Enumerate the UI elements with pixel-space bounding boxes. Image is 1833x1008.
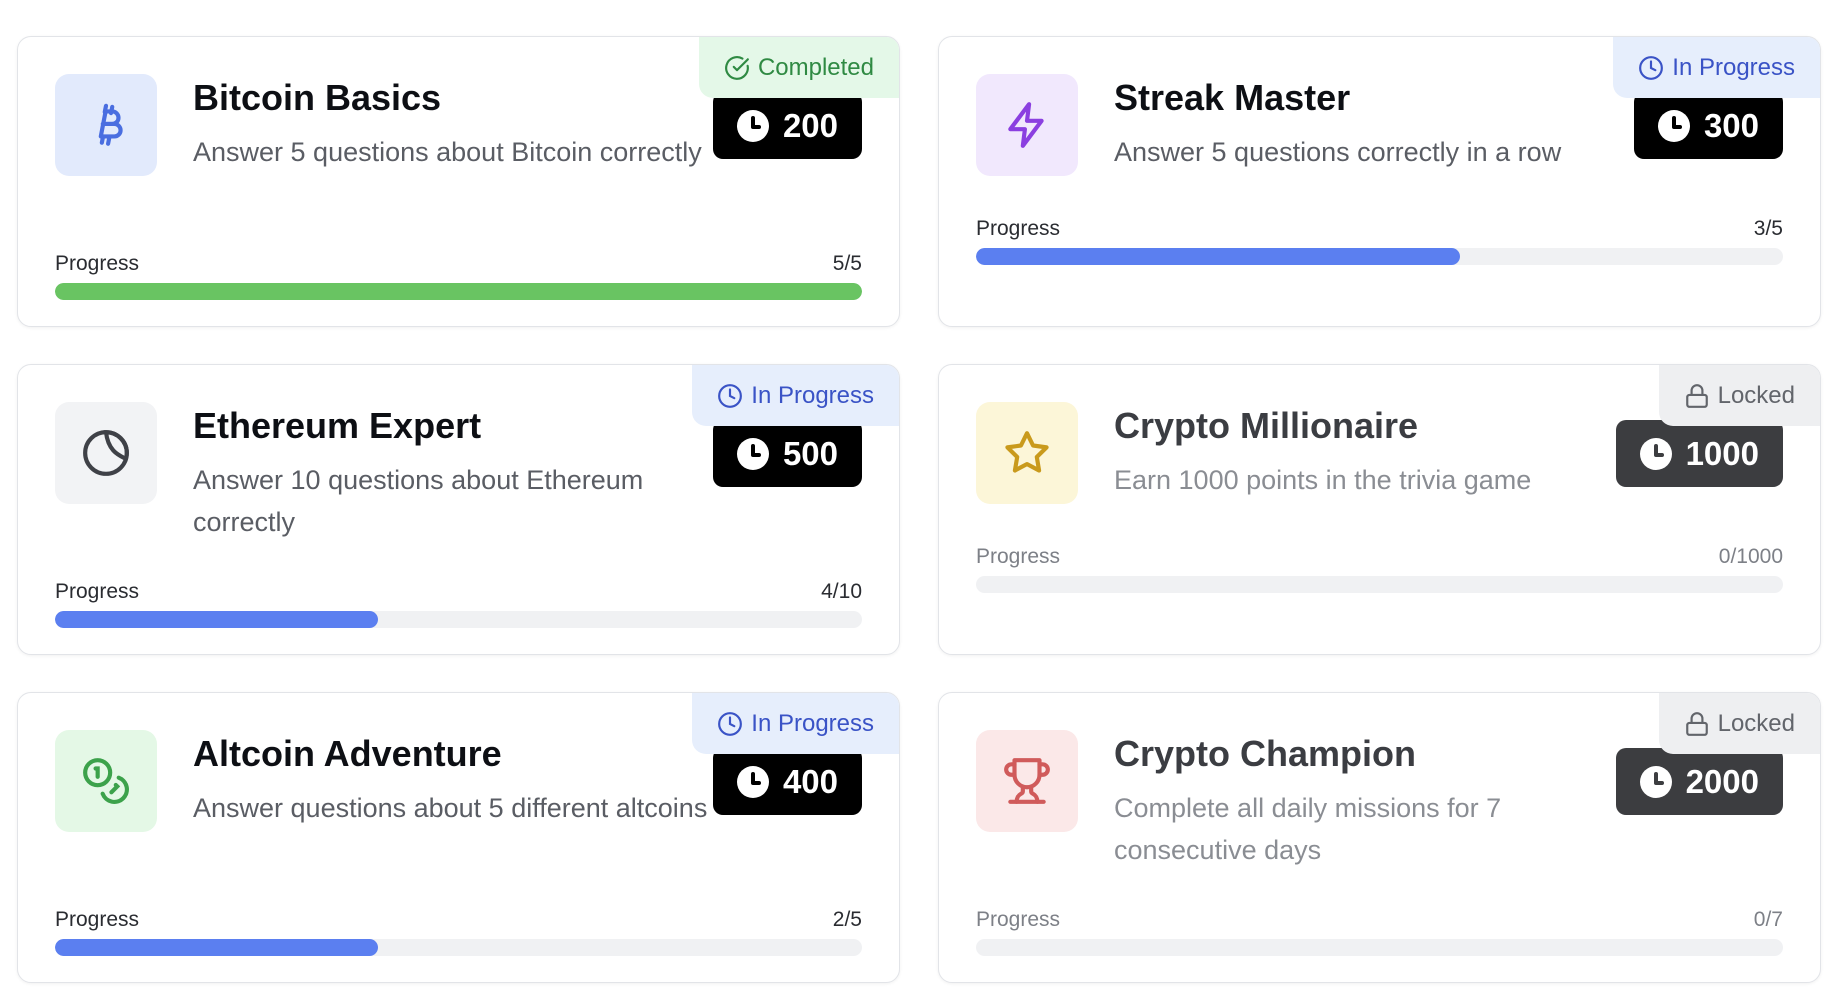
mission-icon-box xyxy=(976,74,1078,176)
clock-icon xyxy=(1657,109,1690,142)
clock-icon xyxy=(736,437,769,470)
progress-count: 2/5 xyxy=(832,908,862,931)
clock-icon xyxy=(1639,437,1672,470)
mission-card-crypto-champion: Locked 2000 Crypto Champion Complete all… xyxy=(938,692,1821,983)
star-icon xyxy=(1002,428,1052,478)
status-badge: Locked xyxy=(1658,365,1820,426)
missions-grid: Completed 200 Bitcoin Basics Answer 5 qu… xyxy=(17,36,1821,983)
status-label: Locked xyxy=(1717,709,1795,737)
points-badge: 2000 xyxy=(1615,748,1783,815)
status-label: In Progress xyxy=(751,381,874,409)
mission-description: Answer questions about 5 different altco… xyxy=(193,793,708,823)
mission-icon-box xyxy=(976,402,1078,504)
pie-chart-icon xyxy=(81,428,131,478)
mission-description: Earn 1000 points in the trivia game xyxy=(1114,465,1532,495)
points-value: 300 xyxy=(1703,106,1759,144)
mission-card-bitcoin-basics[interactable]: Completed 200 Bitcoin Basics Answer 5 qu… xyxy=(17,36,900,327)
progress-count: 4/10 xyxy=(821,580,862,603)
progress-label: Progress xyxy=(55,580,140,603)
progress-count: 0/7 xyxy=(1753,908,1783,931)
progress-bar-fill xyxy=(55,939,378,956)
mission-icon-box xyxy=(55,74,157,176)
mission-title: Bitcoin Basics xyxy=(193,77,442,118)
progress-bar-fill xyxy=(55,283,862,300)
mission-description: Answer 10 questions about Ethereum corre… xyxy=(193,465,644,537)
clock-icon xyxy=(736,109,769,142)
mission-card-streak-master[interactable]: In Progress 300 Streak Master Answer 5 q… xyxy=(938,36,1821,327)
clock-icon xyxy=(736,765,769,798)
progress-row: Progress 2/5 xyxy=(55,908,862,932)
progress-row: Progress 5/5 xyxy=(55,252,862,276)
points-badge: 400 xyxy=(712,748,862,815)
clock-icon xyxy=(717,711,743,737)
mission-icon-box xyxy=(976,730,1078,832)
progress-bar xyxy=(55,283,862,300)
points-value: 200 xyxy=(782,106,838,144)
clock-icon xyxy=(1638,55,1664,81)
status-label: Locked xyxy=(1717,381,1795,409)
progress-bar xyxy=(976,576,1783,593)
points-value: 1000 xyxy=(1685,434,1759,472)
points-badge: 300 xyxy=(1633,92,1783,159)
progress-label: Progress xyxy=(55,252,140,275)
progress-row: Progress 0/7 xyxy=(976,908,1783,932)
progress-label: Progress xyxy=(976,545,1061,568)
status-label: In Progress xyxy=(1672,53,1795,81)
clock-icon xyxy=(1639,765,1672,798)
mission-card-altcoin-adventure[interactable]: In Progress 400 Altcoin Adventure Answer… xyxy=(17,692,900,983)
lock-icon xyxy=(1684,711,1710,737)
mission-description: Complete all daily missions for 7 consec… xyxy=(1114,793,1502,865)
trophy-icon xyxy=(1002,756,1052,806)
bitcoin-icon xyxy=(81,100,131,150)
points-badge: 200 xyxy=(712,92,862,159)
mission-title: Streak Master xyxy=(1114,77,1351,118)
progress-label: Progress xyxy=(55,908,140,931)
progress-bar xyxy=(55,611,862,628)
status-label: In Progress xyxy=(751,709,874,737)
lock-icon xyxy=(1684,383,1710,409)
mission-card-crypto-millionaire: Locked 1000 Crypto Millionaire Earn 1000… xyxy=(938,364,1821,655)
status-badge: In Progress xyxy=(692,365,899,426)
check-circle-icon xyxy=(724,55,750,81)
status-badge: Completed xyxy=(698,37,899,98)
points-value: 400 xyxy=(782,762,838,800)
progress-bar-fill xyxy=(55,611,378,628)
points-value: 500 xyxy=(782,434,838,472)
progress-count: 0/1000 xyxy=(1718,545,1783,568)
mission-title: Altcoin Adventure xyxy=(193,733,502,774)
points-badge: 500 xyxy=(712,420,862,487)
progress-bar xyxy=(976,248,1783,265)
points-value: 2000 xyxy=(1685,762,1759,800)
progress-label: Progress xyxy=(976,217,1061,240)
mission-title: Crypto Millionaire xyxy=(1114,405,1419,446)
mission-description: Answer 5 questions about Bitcoin correct… xyxy=(193,137,702,167)
mission-title: Crypto Champion xyxy=(1114,733,1416,774)
lightning-icon xyxy=(1002,100,1052,150)
progress-row: Progress 3/5 xyxy=(976,217,1783,241)
status-label: Completed xyxy=(757,53,874,81)
mission-title: Ethereum Expert xyxy=(193,405,482,446)
clock-icon xyxy=(717,383,743,409)
status-badge: Locked xyxy=(1658,693,1820,754)
progress-row: Progress 4/10 xyxy=(55,580,862,604)
mission-description: Answer 5 questions correctly in a row xyxy=(1114,137,1562,167)
progress-count: 5/5 xyxy=(832,252,862,275)
points-badge: 1000 xyxy=(1615,420,1783,487)
status-badge: In Progress xyxy=(692,693,899,754)
progress-count: 3/5 xyxy=(1753,217,1783,240)
mission-icon-box xyxy=(55,402,157,504)
progress-bar-fill xyxy=(976,248,1461,265)
mission-card-ethereum-expert[interactable]: In Progress 500 Ethereum Expert Answer 1… xyxy=(17,364,900,655)
coins-icon xyxy=(81,756,131,806)
progress-bar xyxy=(976,939,1783,956)
mission-icon-box xyxy=(55,730,157,832)
progress-row: Progress 0/1000 xyxy=(976,545,1783,569)
progress-bar xyxy=(55,939,862,956)
progress-label: Progress xyxy=(976,908,1061,931)
status-badge: In Progress xyxy=(1613,37,1820,98)
